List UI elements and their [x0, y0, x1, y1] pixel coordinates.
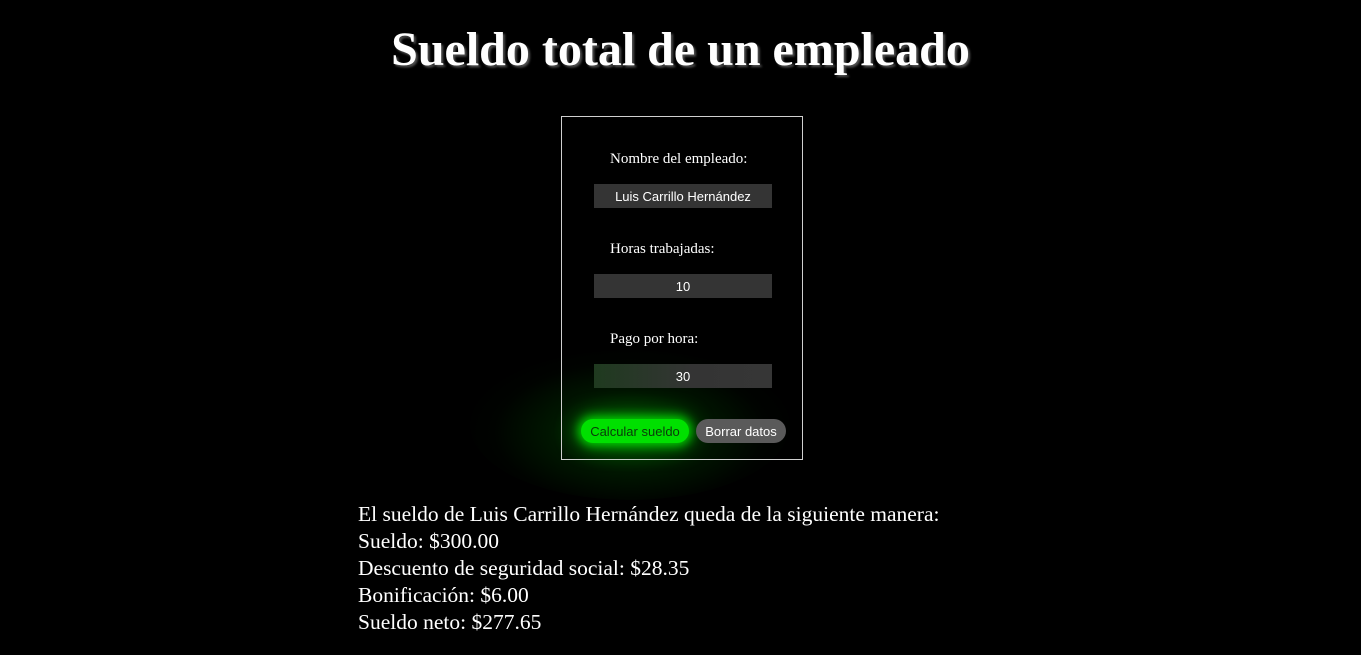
clear-data-button[interactable]: Borrar datos [696, 419, 786, 443]
page-title: Sueldo total de un empleado [391, 23, 970, 76]
employee-name-input[interactable] [594, 184, 772, 208]
salary-line: Sueldo: $300.00 [358, 529, 499, 553]
results-intro: El sueldo de Luis Carrillo Hernández que… [358, 502, 940, 526]
hours-worked-input[interactable] [594, 274, 772, 298]
bonus-line: Bonificación: $6.00 [358, 583, 529, 607]
employee-name-label: Nombre del empleado: [610, 151, 748, 167]
hours-worked-label: Horas trabajadas: [610, 241, 715, 257]
hourly-rate-input[interactable] [594, 364, 772, 388]
hourly-rate-label: Pago por hora: [610, 331, 699, 347]
calculate-salary-button[interactable]: Calcular sueldo [581, 419, 689, 443]
salary-form: Nombre del empleado: Horas trabajadas: P… [561, 116, 803, 460]
salary-results: El sueldo de Luis Carrillo Hernández que… [358, 501, 940, 636]
social-security-line: Descuento de seguridad social: $28.35 [358, 556, 690, 580]
net-salary-line: Sueldo neto: $277.65 [358, 610, 542, 634]
